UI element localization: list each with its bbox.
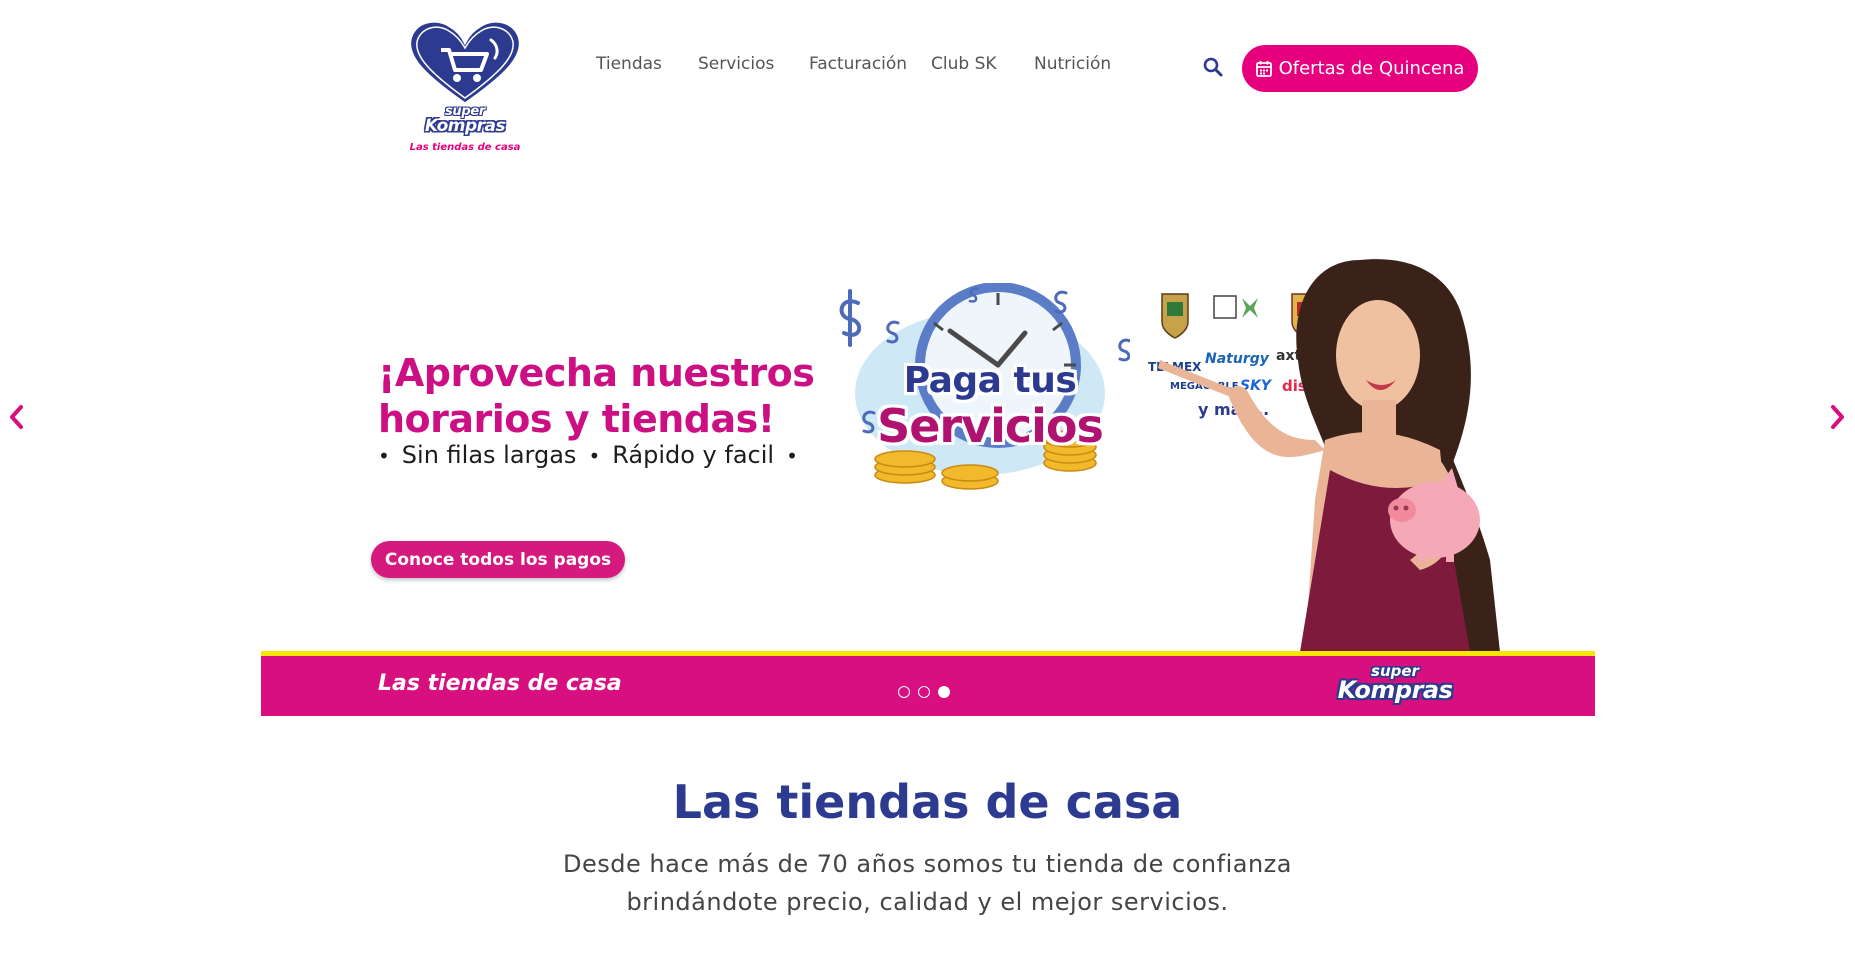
section-title: Las tiendas de casa — [672, 775, 1183, 829]
band-logo-kompras-text: Kompras — [1337, 676, 1453, 704]
carousel-next-button[interactable] — [1827, 402, 1849, 432]
heart-cart-icon — [408, 19, 522, 106]
logo-kompras-text: Kompras — [424, 116, 506, 136]
site-logo[interactable]: super Kompras Las tiendas de casa — [405, 18, 525, 153]
logo-tagline: Las tiendas de casa — [409, 142, 521, 153]
carousel-indicators — [898, 686, 950, 698]
paga-line1: Paga tus — [903, 360, 1077, 401]
chevron-right-icon — [1831, 405, 1844, 429]
bullet-dot: • — [378, 444, 390, 468]
hero-bullets: • Sin filas largas • Rápido y facil • — [378, 441, 810, 469]
search-icon[interactable] — [1203, 57, 1223, 77]
section-subtitle-line2: brindándote precio, calidad y el mejor s… — [626, 888, 1229, 916]
woman-illustration — [1140, 240, 1540, 652]
hero-title-line1: ¡Aprovecha nuestros — [378, 351, 815, 395]
carousel-dot-3[interactable] — [938, 686, 950, 698]
nav-item-servicios[interactable]: Servicios — [698, 54, 774, 74]
band-tagline: Las tiendas de casa — [378, 671, 622, 696]
ofertas-quincena-label: Ofertas de Quincena — [1278, 58, 1465, 79]
bullet-dot: • — [786, 444, 798, 468]
nav-item-facturacion[interactable]: Facturación — [809, 54, 907, 74]
carousel-dot-1[interactable] — [898, 686, 910, 698]
section-subtitle-line1: Desde hace más de 70 años somos tu tiend… — [563, 850, 1292, 878]
hero-title-line2: horarios y tiendas! — [378, 397, 775, 441]
nav-item-nutricion[interactable]: Nutrición — [1034, 54, 1111, 74]
nav-item-tiendas[interactable]: Tiendas — [596, 54, 662, 74]
bullet-dot: • — [588, 444, 601, 468]
calendar-icon — [1255, 61, 1272, 77]
hero-bullet-1: Sin filas largas — [401, 441, 577, 469]
section-subtitle: Desde hace más de 70 años somos tu tiend… — [0, 845, 1855, 921]
chevron-left-icon — [10, 405, 23, 429]
carousel-dot-2[interactable] — [918, 686, 930, 698]
hero-bullet-2: Rápido y facil — [612, 441, 775, 469]
ofertas-quincena-button[interactable]: Ofertas de Quincena — [1242, 45, 1478, 92]
nav-item-club-sk[interactable]: Club SK — [931, 54, 997, 74]
conoce-pagos-button[interactable]: Conoce todos los pagos — [371, 541, 625, 578]
hero-title: ¡Aprovecha nuestros horarios y tiendas! — [378, 350, 878, 442]
carousel-prev-button[interactable] — [5, 402, 27, 432]
paga-line2: Servicios — [877, 399, 1104, 453]
paga-servicios-badge: Paga tus Servicios — [855, 360, 1125, 453]
